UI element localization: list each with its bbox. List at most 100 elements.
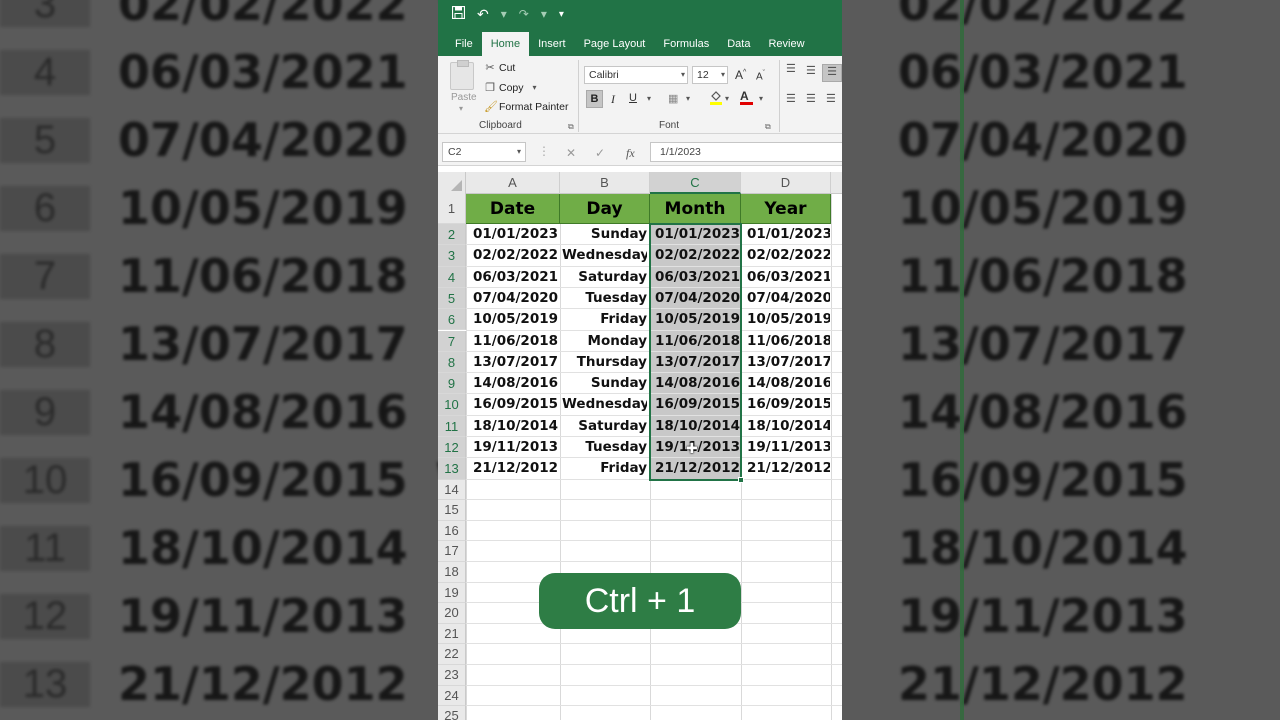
underline-dropdown-icon[interactable]: ▾ [647, 94, 651, 103]
name-box[interactable]: C2 ▾ [442, 142, 526, 162]
formula-input[interactable]: 1/1/2023 [650, 142, 842, 162]
grow-font-icon[interactable]: A^ [735, 68, 746, 82]
italic-button[interactable]: I [611, 92, 615, 107]
year-cell[interactable]: 11/06/2018 [747, 331, 830, 352]
row-header-22[interactable]: 22 [438, 644, 466, 665]
tab-review[interactable]: Review [759, 32, 813, 56]
date-cell[interactable]: 11/06/2018 [473, 331, 559, 352]
font-launcher-icon[interactable]: ⧉ [765, 122, 771, 132]
row-header-13[interactable]: 13 [438, 458, 466, 480]
year-cell[interactable]: 01/01/2023 [747, 224, 830, 245]
day-cell[interactable]: Sunday [562, 224, 647, 245]
copy-dropdown-icon[interactable]: ▾ [533, 83, 537, 92]
top-align-icon[interactable]: ☰ [786, 62, 796, 75]
date-cell[interactable]: 02/02/2022 [473, 245, 559, 266]
date-cell[interactable]: 21/12/2012 [473, 458, 559, 479]
day-cell[interactable]: Wednesday [562, 394, 647, 415]
row-header-24[interactable]: 24 [438, 685, 466, 707]
header-cell-month[interactable]: Month [650, 194, 741, 224]
redo-dropdown-icon[interactable]: ▾ [541, 7, 547, 21]
middle-align-icon[interactable]: ☰ [806, 64, 816, 77]
borders-icon[interactable]: ▦ [668, 92, 678, 105]
date-cell[interactable]: 07/04/2020 [473, 288, 559, 309]
cancel-icon[interactable]: ✕ [566, 146, 576, 160]
row-header-10[interactable]: 10 [438, 394, 466, 416]
clipboard-launcher-icon[interactable]: ⧉ [568, 122, 574, 132]
row-header-17[interactable]: 17 [438, 541, 466, 562]
row-header-23[interactable]: 23 [438, 665, 466, 686]
align-center-icon[interactable]: ☰ [806, 92, 816, 105]
row-header-8[interactable]: 8 [438, 351, 466, 374]
date-cell[interactable]: 14/08/2016 [473, 373, 559, 394]
day-cell[interactable]: Friday [562, 309, 647, 330]
underline-button[interactable]: U [629, 92, 637, 104]
tab-formulas[interactable]: Formulas [654, 32, 718, 56]
insert-function-icon[interactable]: fx [626, 146, 635, 161]
year-cell[interactable]: 06/03/2021 [747, 267, 830, 288]
tab-file[interactable]: File [446, 32, 482, 56]
day-cell[interactable]: Tuesday [562, 288, 647, 309]
date-cell[interactable]: 19/11/2013 [473, 437, 559, 458]
column-header-b[interactable]: B [560, 172, 650, 194]
undo-icon[interactable]: ↶ [477, 6, 489, 23]
row-header-5[interactable]: 5 [438, 287, 466, 310]
year-cell[interactable]: 14/08/2016 [747, 373, 830, 394]
align-right-icon[interactable]: ☰ [826, 92, 836, 105]
row-header-20[interactable]: 20 [438, 603, 466, 624]
select-all-corner[interactable] [438, 172, 466, 194]
date-cell[interactable]: 06/03/2021 [473, 267, 559, 288]
column-header-a[interactable]: A [466, 172, 560, 194]
date-cell[interactable]: 18/10/2014 [473, 416, 559, 437]
row-header-19[interactable]: 19 [438, 582, 466, 604]
customize-qat-icon[interactable]: ▾ [559, 9, 564, 20]
day-cell[interactable]: Saturday [562, 267, 647, 288]
year-cell[interactable]: 19/11/2013 [747, 437, 830, 458]
cut-button[interactable]: ✂ Cut [484, 61, 515, 75]
row-header-14[interactable]: 14 [438, 479, 466, 501]
column-header-d[interactable]: D [741, 172, 831, 194]
day-cell[interactable]: Monday [562, 331, 647, 352]
date-cell[interactable]: 13/07/2017 [473, 352, 559, 373]
year-cell[interactable]: 16/09/2015 [747, 394, 830, 415]
tab-data[interactable]: Data [718, 32, 759, 56]
day-cell[interactable]: Sunday [562, 373, 647, 394]
font-color-icon[interactable]: A [740, 89, 753, 105]
row-header-1[interactable]: 1 [438, 194, 466, 224]
font-size-select[interactable]: 12 ▾ [692, 66, 728, 84]
date-cell[interactable]: 10/05/2019 [473, 309, 559, 330]
day-cell[interactable]: Friday [562, 458, 647, 479]
row-header-15[interactable]: 15 [438, 500, 466, 521]
tab-page-layout[interactable]: Page Layout [575, 32, 655, 56]
fill-color-icon[interactable] [708, 90, 724, 109]
fill-color-dropdown-icon[interactable]: ▾ [725, 94, 729, 103]
row-header-16[interactable]: 16 [438, 520, 466, 542]
row-header-2[interactable]: 2 [438, 224, 466, 246]
fill-handle[interactable] [738, 476, 744, 483]
day-cell[interactable]: Thursday [562, 352, 647, 373]
row-header-21[interactable]: 21 [438, 623, 466, 645]
date-cell[interactable]: 01/01/2023 [473, 224, 559, 245]
year-cell[interactable]: 13/07/2017 [747, 352, 830, 373]
row-header-25[interactable]: 25 [438, 706, 466, 720]
paste-dropdown-icon[interactable]: ▾ [459, 104, 463, 113]
year-cell[interactable]: 07/04/2020 [747, 288, 830, 309]
tab-insert[interactable]: Insert [529, 32, 575, 56]
font-color-dropdown-icon[interactable]: ▾ [759, 94, 763, 103]
align-left-icon[interactable]: ☰ [786, 92, 796, 105]
header-cell-date[interactable]: Date [466, 194, 560, 224]
bold-button[interactable]: B [586, 90, 603, 108]
paste-icon[interactable] [450, 60, 474, 90]
undo-dropdown-icon[interactable]: ▾ [501, 7, 507, 21]
row-header-12[interactable]: 12 [438, 437, 466, 459]
day-cell[interactable]: Tuesday [562, 437, 647, 458]
paste-button[interactable]: Paste [451, 92, 477, 103]
year-cell[interactable]: 02/02/2022 [747, 245, 830, 266]
date-cell[interactable]: 16/09/2015 [473, 394, 559, 415]
bottom-align-icon[interactable]: ☰ [822, 64, 842, 82]
row-header-11[interactable]: 11 [438, 415, 466, 437]
tab-home[interactable]: Home [481, 32, 530, 56]
column-header-c[interactable]: C [650, 172, 741, 194]
copy-button[interactable]: ❐ Copy ▾ [484, 81, 537, 95]
row-header-7[interactable]: 7 [438, 330, 466, 352]
row-header-6[interactable]: 6 [438, 309, 466, 331]
